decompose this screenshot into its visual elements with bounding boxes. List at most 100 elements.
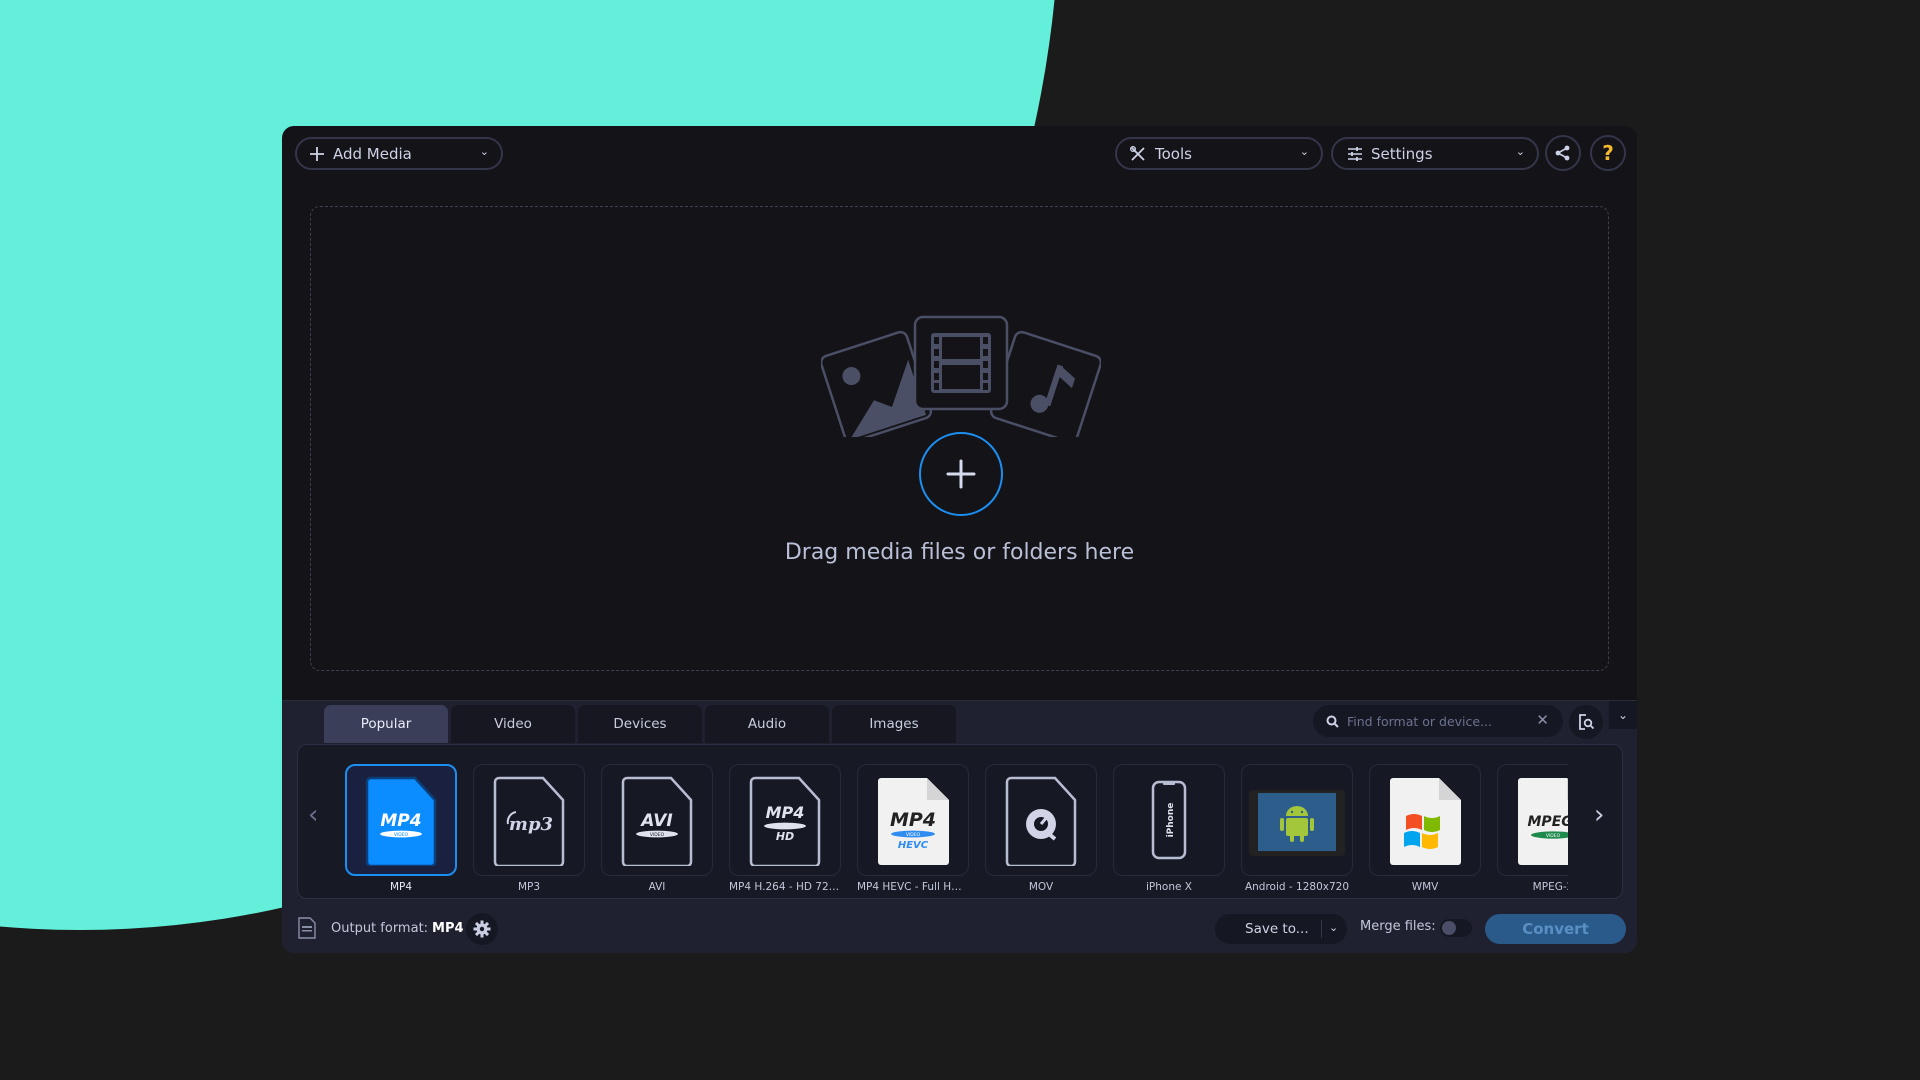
format-tile-label: MOV [1028,881,1054,893]
svg-text:MP4: MP4 [766,803,805,822]
format-tile-box [1369,764,1481,876]
drop-zone-hint: Drag media files or folders here [784,540,1135,565]
format-tile-label: MP4 HEVC - Full HD 1... [857,881,969,893]
save-to-label: Save to... [1245,921,1309,937]
share-icon [1555,145,1570,161]
tab-audio[interactable]: Audio [705,705,829,743]
mp4-hd-icon: MP4 HD [749,776,821,866]
svg-text:MP4: MP4 [890,809,936,831]
media-files-icon [821,315,1101,437]
iphone-icon: iPhone [1151,780,1187,860]
share-button[interactable] [1545,135,1581,171]
format-tile-label: MP3 [517,881,541,893]
help-button[interactable]: ? [1590,135,1626,171]
format-tile-box: MPEG2 VIDEO [1497,764,1568,876]
convert-button[interactable]: Convert [1485,914,1626,944]
collapse-panel-button[interactable]: ⌄ [1609,701,1637,729]
output-format: Output format: MP4 [331,921,464,936]
android-tablet-icon [1249,790,1345,856]
search-icon [1326,715,1339,728]
tab-devices[interactable]: Devices [578,705,702,743]
help-icon: ? [1602,141,1614,165]
format-tile[interactable]: MOV [985,764,1097,893]
format-tile[interactable]: MP4 VIDEO MP4 [345,764,457,893]
format-tile-label: Android - 1280x720 [1244,881,1350,893]
format-tile-label: iPhone X [1146,881,1192,893]
mp4-hevc-icon: MP4VIDEO HEVC [878,778,949,865]
format-search-input[interactable] [1345,712,1529,730]
add-files-button[interactable] [919,432,1003,516]
format-tile[interactable]: AVI VIDEO AVI [601,764,713,893]
format-search: ✕ [1313,705,1563,737]
svg-text:AVI: AVI [639,811,673,831]
format-panel: Popular Video Devices Audio Images ✕ ⌄ ‹… [282,700,1637,953]
mpeg2-video-icon: MPEG2 VIDEO [1518,778,1569,865]
format-tile-label: MP4 [389,881,413,893]
tools-dropdown[interactable]: Tools ⌄ [1115,137,1323,170]
quicktime-icon [1005,776,1077,866]
format-carousel: ‹ MP4 VIDEO MP4 mp3 MP3 AVI VIDEO AVI MP4 HD MP4 H… [297,744,1623,899]
svg-text:VIDEO: VIDEO [394,832,409,838]
svg-text:HEVC: HEVC [898,840,929,851]
carousel-prev-button[interactable]: ‹ [308,800,318,830]
tab-video[interactable]: Video [451,705,575,743]
format-tile[interactable]: iPhone iPhone X [1113,764,1225,893]
plus-icon [310,146,324,161]
format-tile-box [985,764,1097,876]
svg-text:VIDEO: VIDEO [906,832,921,838]
format-tile-box: AVI VIDEO [601,764,713,876]
format-tile-box: MP4 HD [729,764,841,876]
mp3-icon: mp3 [493,776,565,866]
tab-popular[interactable]: Popular [324,705,448,743]
format-tile[interactable]: WMV [1369,764,1481,893]
settings-label: Settings [1371,144,1433,163]
chevron-down-icon: ⌄ [1515,145,1525,158]
mp4-video-icon: MP4VIDEO [365,776,437,866]
format-list: MP4 VIDEO MP4 mp3 MP3 AVI VIDEO AVI MP4 HD MP4 H.2… [345,764,1568,894]
format-tile-box: MP4 VIDEO [345,764,457,876]
output-format-icon [298,917,316,939]
format-settings-button[interactable] [466,913,498,945]
format-tile[interactable]: MP4 HD MP4 H.264 - HD 720p [729,764,841,893]
svg-text:HD: HD [776,830,794,843]
app-window: Add Media ⌄ Tools ⌄ Settings ⌄ ? Drag me… [282,126,1637,953]
add-media-label: Add Media [333,144,412,163]
windows-media-icon [1390,778,1461,865]
svg-text:MP4: MP4 [380,811,421,831]
chevron-down-icon[interactable]: ⌄ [1329,921,1338,934]
format-tile-label: WMV [1411,881,1439,893]
format-tile-label: MP4 H.264 - HD 720p [729,881,841,893]
svg-text:MPEG2: MPEG2 [1528,814,1569,830]
format-tile[interactable]: MP4 VIDEO HEVC MP4 HEVC - Full HD 1... [857,764,969,893]
merge-files-toggle[interactable] [1440,919,1472,937]
tab-images[interactable]: Images [832,705,956,743]
detect-device-button[interactable] [1569,705,1603,739]
toggle-knob [1442,921,1456,935]
format-tile[interactable]: mp3 MP3 [473,764,585,893]
format-tile-box: iPhone [1113,764,1225,876]
svg-text:VIDEO: VIDEO [650,832,665,838]
format-tile[interactable]: MPEG2 VIDEO MPEG-2 [1497,764,1568,893]
chevron-down-icon: ⌄ [479,145,489,158]
format-tabs: Popular Video Devices Audio Images [324,705,956,743]
sliders-icon [1348,146,1362,161]
device-search-icon [1579,714,1595,730]
add-media-button[interactable]: Add Media ⌄ [295,137,503,170]
format-tile-box [1241,764,1353,876]
save-to-button[interactable]: Save to... ⌄ [1215,914,1347,944]
merge-files-label: Merge files: [1360,919,1436,934]
svg-text:mp3: mp3 [509,814,553,835]
clear-search-icon[interactable]: ✕ [1536,711,1549,729]
gear-icon [473,920,491,938]
footer-bar: Output format: MP4 Save to... ⌄ Merge fil… [282,905,1637,951]
chevron-down-icon: ⌄ [1617,708,1629,722]
carousel-next-button[interactable]: › [1594,800,1604,830]
divider [1321,920,1322,938]
drop-zone[interactable]: Drag media files or folders here [310,206,1609,671]
format-tile-box: MP4 VIDEO HEVC [857,764,969,876]
svg-text:VIDEO: VIDEO [1546,833,1561,839]
format-tile-box: mp3 [473,764,585,876]
tools-label: Tools [1155,144,1192,163]
settings-dropdown[interactable]: Settings ⌄ [1331,137,1539,170]
format-tile[interactable]: Android - 1280x720 [1241,764,1353,893]
